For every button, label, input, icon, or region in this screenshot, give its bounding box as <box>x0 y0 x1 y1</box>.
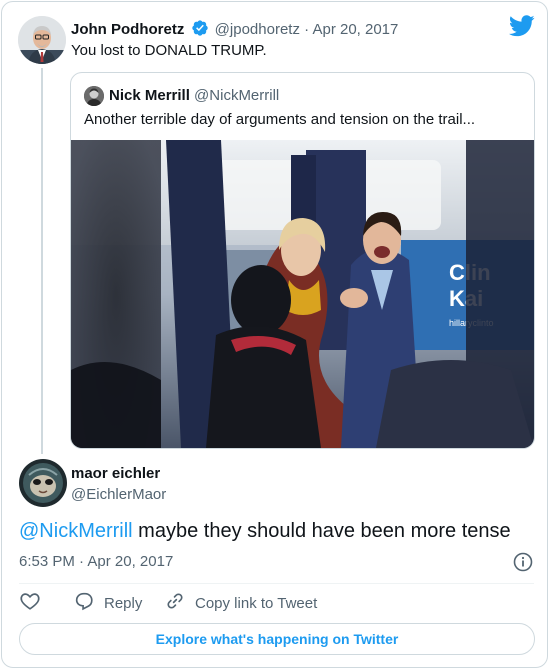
explore-twitter-button[interactable]: Explore what's happening on Twitter <box>19 623 535 655</box>
divider <box>19 583 534 584</box>
reply-label: Reply <box>104 594 143 612</box>
reply-tweet-text: @NickMerrill maybe they should have been… <box>19 520 511 543</box>
verified-badge-icon <box>191 19 209 41</box>
parent-tweet-header: John Podhoretz @jpodhoretz · Apr 20, 201… <box>71 19 398 41</box>
heart-icon <box>19 590 41 616</box>
quoted-author-handle: @NickMerrill <box>194 87 280 104</box>
reply-author-name[interactable]: maor eichler <box>71 465 160 482</box>
link-icon <box>164 590 186 616</box>
reply-button[interactable]: Reply <box>73 591 142 615</box>
tweet-date[interactable]: Apr 20, 2017 <box>312 21 398 38</box>
thread-connector-line <box>41 68 43 454</box>
header-separator: · <box>304 21 310 38</box>
reply-tweet-body: maybe they should have been more tense <box>132 520 511 542</box>
quoted-author-avatar <box>84 86 104 106</box>
reply-timestamp[interactable]: 6:53 PM · Apr 20, 2017 <box>19 553 173 570</box>
author-avatar[interactable] <box>18 16 66 64</box>
reply-date[interactable]: Apr 20, 2017 <box>87 553 173 570</box>
reply-time[interactable]: 6:53 PM <box>19 553 75 570</box>
quoted-tweet[interactable]: Nick Merrill @NickMerrill Another terrib… <box>70 72 535 449</box>
quoted-tweet-header: Nick Merrill @NickMerrill <box>109 87 279 104</box>
reply-time-separator: · <box>79 553 85 570</box>
reply-icon <box>73 590 95 616</box>
info-icon[interactable] <box>513 552 533 572</box>
tweet-text: You lost to DONALD TRUMP. <box>71 42 267 59</box>
copy-link-label: Copy link to Tweet <box>195 594 318 612</box>
reply-author-avatar[interactable] <box>19 459 67 507</box>
explore-label: Explore what's happening on Twitter <box>155 631 399 647</box>
author-name[interactable]: John Podhoretz <box>71 21 184 38</box>
mention-link[interactable]: @NickMerrill <box>19 520 133 542</box>
quoted-author-name: Nick Merrill <box>109 87 190 104</box>
reply-author-handle[interactable]: @EichlerMaor <box>71 486 166 503</box>
quoted-tweet-photo[interactable]: Clin Kai hillaryclinto <box>71 140 534 448</box>
embedded-tweet-card: John Podhoretz @jpodhoretz · Apr 20, 201… <box>1 1 548 668</box>
like-button[interactable] <box>19 591 41 615</box>
quoted-tweet-text: Another terrible day of arguments and te… <box>84 111 476 128</box>
copy-link-button[interactable]: Copy link to Tweet <box>164 591 317 615</box>
author-handle[interactable]: @jpodhoretz <box>215 21 300 38</box>
twitter-bird-icon[interactable] <box>508 15 535 37</box>
